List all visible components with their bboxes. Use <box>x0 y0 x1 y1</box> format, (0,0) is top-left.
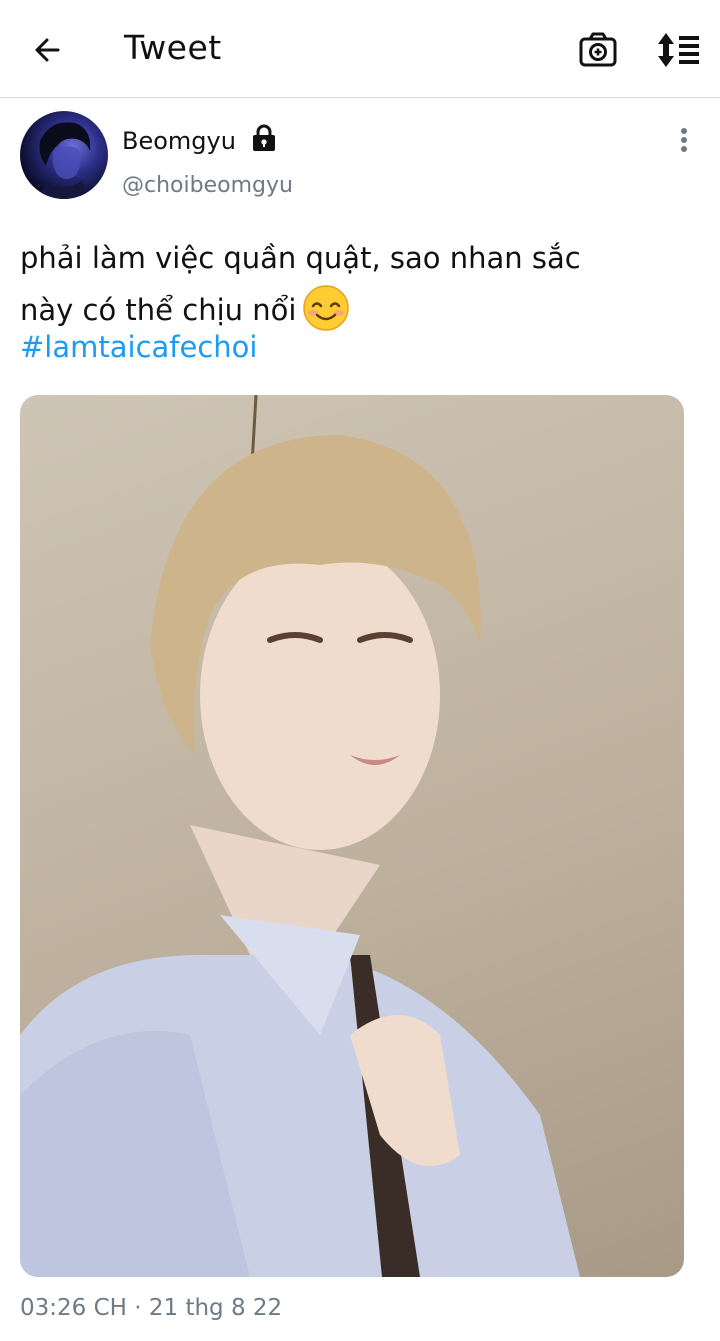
arrow-left-icon[interactable] <box>28 30 68 70</box>
tweet-text-line-1: phải làm việc quần quật, sao nhan sắc <box>20 241 581 275</box>
sort-icon[interactable] <box>655 30 701 70</box>
more-vertical-icon[interactable] <box>672 126 696 156</box>
page-title: Tweet <box>124 28 222 67</box>
camera-plus-icon[interactable] <box>578 30 618 70</box>
author-name[interactable]: Beomgyu <box>122 127 236 155</box>
tweet-timestamp: 03:26 CH · 21 thg 8 22 <box>20 1295 283 1321</box>
lock-icon <box>248 122 280 154</box>
tweet-photo[interactable] <box>20 395 684 1277</box>
author-handle[interactable]: @choibeomgyu <box>122 173 293 198</box>
smiling-face-emoji-icon <box>302 284 350 332</box>
hashtag-link[interactable]: #lamtaicafechoi <box>20 330 257 364</box>
top-app-bar: Tweet <box>0 0 720 98</box>
avatar[interactable] <box>20 111 108 199</box>
tweet-text: phải làm việc quần quật, sao nhan sắc nà… <box>20 232 680 336</box>
tweet-text-line-2-text: này có thể chịu nổi <box>20 293 297 327</box>
tweet-text-line-2: này có thể chịu nổi <box>20 284 680 336</box>
